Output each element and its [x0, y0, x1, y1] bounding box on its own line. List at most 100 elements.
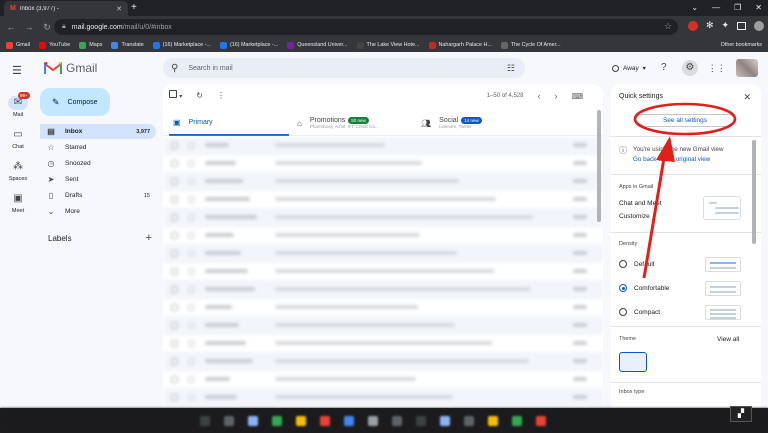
taskbar-app-icon[interactable]: [248, 416, 258, 426]
table-row[interactable]: [163, 155, 603, 173]
search-input[interactable]: Search in mail: [188, 65, 497, 72]
sidebar-icon[interactable]: [737, 21, 747, 30]
bookmark-item[interactable]: (16) Marketplace -...: [219, 41, 278, 49]
chevron-down-icon[interactable]: ⌄: [691, 0, 698, 16]
bookmark-item[interactable]: Gmail: [6, 41, 30, 49]
row-checkbox[interactable]: [171, 304, 178, 311]
profile-avatar-icon[interactable]: [754, 20, 765, 31]
prev-page-icon[interactable]: ‹: [537, 91, 540, 101]
compose-button[interactable]: ✎ Compose: [40, 88, 110, 116]
reload-icon[interactable]: ↻: [40, 22, 54, 33]
tab-promotions[interactable]: ⌂ Promotions 50 new PharmEasy, Airtel, IF…: [297, 110, 379, 136]
row-star-icon[interactable]: [188, 232, 195, 239]
row-checkbox[interactable]: [171, 250, 178, 257]
minimize-icon[interactable]: —: [712, 0, 720, 16]
taskbar-app-icon[interactable]: [368, 416, 378, 426]
row-star-icon[interactable]: [188, 340, 195, 347]
row-star-icon[interactable]: [188, 196, 195, 203]
table-row[interactable]: [163, 173, 603, 191]
row-star-icon[interactable]: [188, 286, 195, 293]
radio-circle[interactable]: [619, 284, 627, 292]
add-label-icon[interactable]: +: [146, 233, 152, 244]
customize-link[interactable]: Customize: [619, 213, 650, 220]
bookmark-item[interactable]: Maps: [79, 41, 102, 49]
table-row[interactable]: [163, 137, 603, 155]
taskbar-app-icon[interactable]: [392, 416, 402, 426]
puzzle-icon[interactable]: ✦: [722, 20, 730, 31]
forward-icon[interactable]: →: [22, 22, 36, 32]
nav-item-sent[interactable]: ➤ Sent: [40, 172, 156, 187]
table-row[interactable]: [163, 263, 603, 281]
main-menu-icon[interactable]: ☰: [12, 64, 22, 77]
table-row[interactable]: [163, 209, 603, 227]
tab-primary[interactable]: ▣ Primary: [169, 110, 289, 136]
row-star-icon[interactable]: [188, 142, 195, 149]
taskbar-app-icon[interactable]: [296, 416, 306, 426]
gear-extension-icon[interactable]: ✻: [706, 20, 714, 31]
url-bar[interactable]: 🔒︎ mail.google.com/mail/u/0/#inbox ☆: [54, 19, 678, 35]
theme-thumbnail[interactable]: [619, 352, 647, 372]
row-checkbox[interactable]: [171, 196, 178, 203]
radio-circle[interactable]: [619, 308, 627, 316]
search-bar[interactable]: ⚲ Search in mail ☷: [163, 58, 525, 78]
account-avatar[interactable]: [735, 59, 758, 77]
row-checkbox[interactable]: [171, 322, 178, 329]
row-star-icon[interactable]: [188, 160, 195, 167]
bookmark-item[interactable]: Nahargarh Palace H...: [428, 41, 492, 49]
search-icon[interactable]: ⚲: [171, 63, 178, 74]
table-row[interactable]: [163, 389, 603, 407]
more-actions-icon[interactable]: ⋮: [217, 91, 225, 100]
taskbar-app-icon[interactable]: [440, 416, 450, 426]
next-page-icon[interactable]: ›: [554, 91, 557, 101]
row-star-icon[interactable]: [188, 268, 195, 275]
row-checkbox[interactable]: [171, 268, 178, 275]
density-compact-radio[interactable]: Compact: [619, 308, 660, 316]
row-checkbox[interactable]: [171, 394, 178, 401]
radio-circle[interactable]: [619, 260, 627, 268]
other-bookmarks[interactable]: Other bookmarks: [721, 38, 762, 52]
rail-item-spaces[interactable]: ⁂ Spaces: [0, 160, 36, 182]
search-options-icon[interactable]: ☷: [507, 63, 515, 74]
bookmark-item[interactable]: YouTube: [39, 41, 70, 49]
nav-item-drafts[interactable]: ▯ Drafts 15: [40, 188, 156, 203]
row-star-icon[interactable]: [188, 358, 195, 365]
taskbar-app-icon[interactable]: [512, 416, 522, 426]
taskbar-app-icon[interactable]: [320, 416, 330, 426]
row-star-icon[interactable]: [188, 250, 195, 257]
view-all-themes-link[interactable]: View all: [717, 336, 739, 343]
row-checkbox[interactable]: [171, 214, 178, 221]
rail-item-mail[interactable]: ✉ 99+ Mail: [0, 92, 36, 118]
status-selector[interactable]: Away ▾: [612, 64, 646, 72]
row-star-icon[interactable]: [188, 394, 195, 401]
keyboard-icon[interactable]: ⌨: [571, 92, 583, 101]
row-star-icon[interactable]: [188, 304, 195, 311]
row-checkbox[interactable]: [171, 358, 178, 365]
taskbar-app-icon[interactable]: [200, 416, 210, 426]
row-checkbox[interactable]: [171, 178, 178, 185]
see-all-settings-button[interactable]: See all settings: [635, 114, 735, 127]
taskbar-app-icon[interactable]: [488, 416, 498, 426]
table-row[interactable]: [163, 371, 603, 389]
taskbar-app-icon[interactable]: [224, 416, 234, 426]
close-icon[interactable]: ✕: [743, 92, 751, 103]
taskbar-app-icon[interactable]: [464, 416, 474, 426]
row-checkbox[interactable]: [171, 340, 178, 347]
table-row[interactable]: [163, 317, 603, 335]
extension-icon[interactable]: [688, 20, 698, 31]
table-row[interactable]: [163, 245, 603, 263]
row-star-icon[interactable]: [188, 376, 195, 383]
row-checkbox[interactable]: [171, 232, 178, 239]
table-row[interactable]: [163, 281, 603, 299]
bookmark-item[interactable]: The Cycle Of Amer...: [500, 41, 561, 49]
bookmark-item[interactable]: The Lake View Hote...: [356, 41, 420, 49]
row-checkbox[interactable]: [171, 286, 178, 293]
bookmark-item[interactable]: Queensland Univer...: [287, 41, 348, 49]
bookmark-item[interactable]: Translate: [111, 41, 144, 49]
tab-social[interactable]: 👥︎ Social 14 new LinkedIn, Twitter: [421, 110, 482, 136]
nav-item-inbox[interactable]: ▤ Inbox 3,977: [40, 124, 156, 139]
table-row[interactable]: [163, 299, 603, 317]
row-star-icon[interactable]: [188, 214, 195, 221]
row-star-icon[interactable]: [188, 178, 195, 185]
table-row[interactable]: [163, 353, 603, 371]
gmail-logo[interactable]: Gmail: [44, 61, 97, 75]
